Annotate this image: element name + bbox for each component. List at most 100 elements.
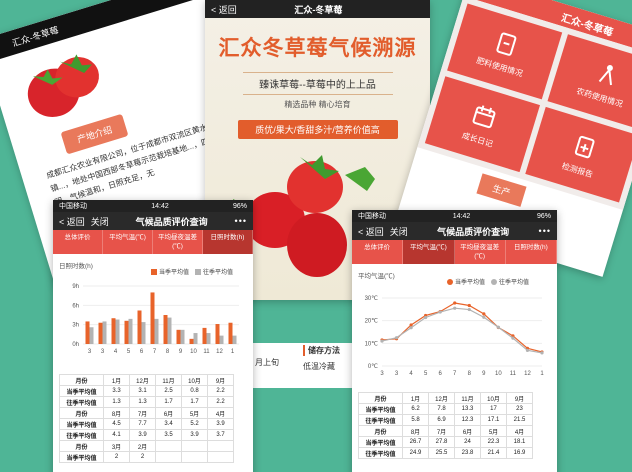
tab-temp-diff[interactable]: 平均昼夜温差(℃) (153, 230, 203, 254)
bar-past (115, 319, 120, 344)
bar-current (137, 310, 142, 344)
table-cell: 月份 (59, 440, 104, 452)
table-cell (181, 451, 208, 463)
more-menu-icon[interactable]: ••• (539, 226, 551, 236)
x-tick-label: 3 (395, 371, 399, 377)
table-cell: 2 (103, 451, 130, 463)
table-row: 往季平均值 24.9 25.5 23.8 21.4 16.9 (358, 447, 533, 459)
table-cell: 6.9 (428, 414, 455, 426)
poster-navbar: < 返回 汇众-冬草莓 (205, 0, 430, 18)
line-current (381, 302, 543, 353)
tab-overall[interactable]: 总体评价 (352, 240, 404, 264)
tab-sunshine[interactable]: 日照时数(h) (506, 240, 557, 264)
nav-bar: < 返回 关闭 气候品质评价查询 ••• (53, 212, 253, 230)
point-current (453, 301, 457, 305)
table-cell: 13.3 (454, 403, 481, 415)
table-cell: 3.3 (103, 385, 130, 397)
legend-current: 当季平均值 (151, 267, 189, 276)
back-label: 返回 (66, 216, 85, 227)
bar-current (228, 322, 233, 344)
table-cell: 5.8 (402, 414, 429, 426)
storage-title: 储存方法 (303, 345, 340, 356)
back-button[interactable]: < 返回 (59, 215, 85, 228)
more-button[interactable]: 生产 (476, 173, 527, 207)
table-cell: 12月 (428, 392, 455, 404)
table-cell: 7月 (129, 407, 156, 419)
status-bar: 中国移动 14:42 96% (352, 210, 557, 222)
battery: 96% (232, 202, 247, 210)
tab-sunshine[interactable]: 日照时数(h) (203, 230, 253, 254)
back-button[interactable]: < 返回 (358, 225, 384, 238)
table-cell: 往季平均值 (59, 429, 104, 441)
table-cell: 当季平均值 (358, 436, 403, 448)
back-label: 返回 (218, 4, 237, 15)
point-past (525, 348, 530, 352)
more-menu-icon[interactable]: ••• (235, 216, 247, 226)
x-tick-label: 3 (88, 349, 92, 355)
line-past (381, 307, 543, 354)
table-row: 月份 1月 12月 11月 10月 9月 (59, 374, 234, 386)
point-past (496, 325, 500, 329)
table-cell: 往季平均值 (59, 396, 104, 408)
table-cell: 1.7 (181, 396, 208, 408)
table-cell: 3.9 (129, 429, 156, 441)
bar-current (111, 318, 116, 344)
x-tick-label: 11 (510, 371, 517, 377)
poster-nav-title: 汇众-冬草莓 (294, 4, 343, 15)
tab-temp-diff[interactable]: 平均昼夜温差(℃) (455, 240, 506, 264)
x-tick-label: 5 (127, 349, 131, 355)
table-cell: 当季平均值 (59, 418, 104, 430)
table-cell: 4.5 (103, 418, 130, 430)
bar-past (206, 333, 211, 344)
table-row: 往季平均值 5.8 6.9 12.3 17.1 21.5 (358, 414, 533, 426)
table-cell: 16.9 (506, 447, 533, 459)
bar-past (219, 335, 224, 344)
bar-past (128, 318, 133, 344)
table-cell (207, 451, 234, 463)
y-tick-label: 6h (72, 303, 79, 309)
x-tick-label: 1 (540, 371, 544, 377)
status-bar: 中国移动 14:42 96% (53, 200, 253, 212)
table-cell: 10月 (181, 374, 208, 386)
point-past (409, 326, 413, 330)
phone-temperature: 中国移动 14:42 96% < 返回 关闭 气候品质评价查询 ••• 总体评价… (352, 210, 557, 472)
point-past (424, 315, 428, 320)
close-button[interactable]: 关闭 (91, 215, 109, 228)
table-cell: 22.3 (480, 436, 507, 448)
table-cell: 3.4 (155, 418, 182, 430)
y-tick-label: 20℃ (365, 319, 379, 325)
table-cell: 21.4 (480, 447, 507, 459)
point-past (394, 336, 399, 340)
point-past (540, 351, 544, 355)
tab-avg-temp[interactable]: 平均气温(℃) (403, 240, 455, 264)
table-cell: 月份 (59, 374, 104, 386)
table-cell: 17.1 (480, 414, 507, 426)
x-tick-label: 3 (380, 371, 384, 377)
table-cell: 2 (129, 451, 156, 463)
table-cell: 4月 (506, 425, 533, 437)
tab-overall[interactable]: 总体评价 (53, 230, 103, 254)
table-row: 当季平均值 4.5 7.7 3.4 5.2 3.9 (59, 418, 234, 430)
chart-legend: 当季平均值 往季平均值 (151, 267, 233, 276)
x-tick-label: 11 (203, 349, 210, 355)
point-past (482, 315, 486, 319)
chart-legend: 当季平均值 往季平均值 (447, 277, 529, 286)
back-button[interactable]: < 返回 (211, 3, 237, 16)
y-tick-label: 3h (72, 323, 79, 329)
bar-past (141, 322, 146, 344)
table-cell: 7.7 (129, 418, 156, 430)
table-cell: 3.9 (181, 429, 208, 441)
legend-current-label: 当季平均值 (455, 280, 486, 286)
legend-past: 往季平均值 (491, 277, 529, 286)
point-past (467, 307, 471, 312)
table-cell (155, 440, 182, 452)
table-row: 当季平均值 26.7 27.8 24 22.3 18.1 (358, 436, 533, 448)
table-cell: 11月 (454, 392, 481, 404)
bar-past (167, 317, 172, 344)
sunshine-table: 月份 1月 12月 11月 10月 9月 当季平均值 3.3 3.1 2.5 0.8 2.2 往季平均值… (59, 374, 234, 463)
point-current (482, 312, 486, 316)
close-button[interactable]: 关闭 (390, 225, 408, 238)
x-tick-label: 6 (140, 349, 144, 355)
x-tick-label: 4 (114, 349, 118, 355)
tab-avg-temp[interactable]: 平均气温(℃) (103, 230, 153, 254)
